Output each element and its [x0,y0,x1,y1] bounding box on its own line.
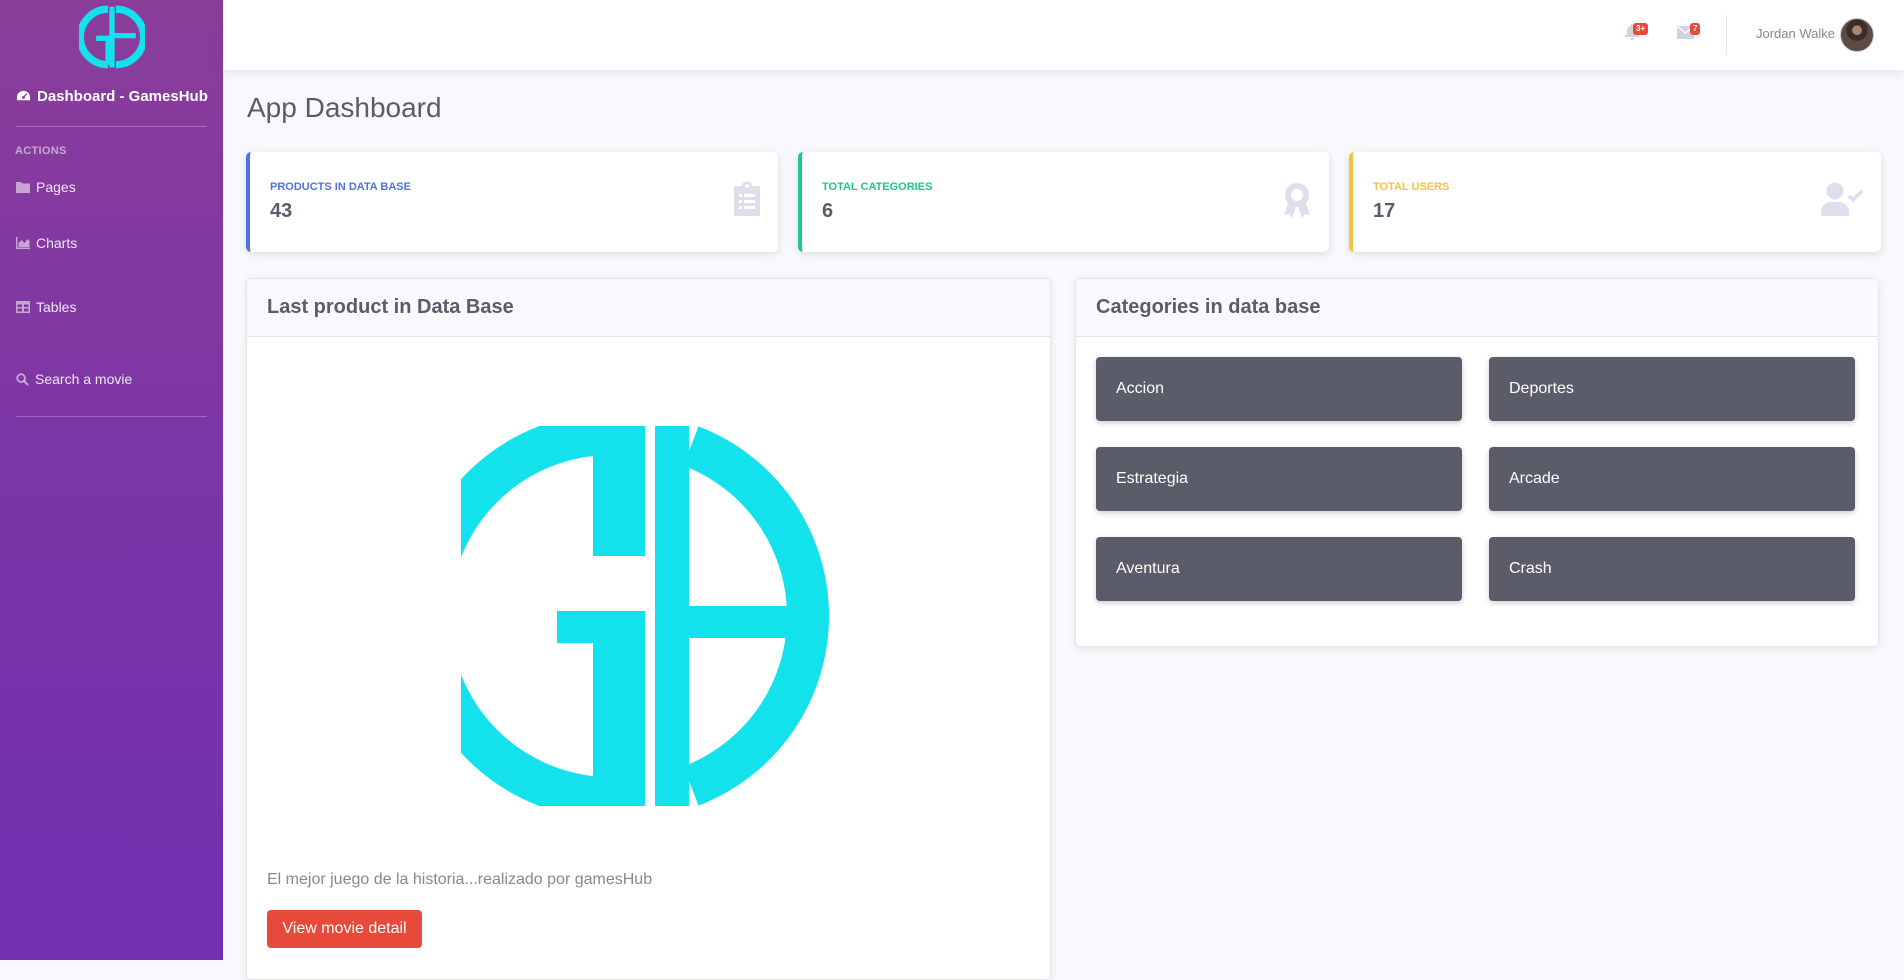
stat-card-categories: Total categories 6 [798,152,1329,252]
stat-label: Total categories [822,181,933,193]
category-tile[interactable]: Deportes [1489,357,1855,421]
category-tile[interactable]: Arcade [1489,447,1855,511]
sidebar-item-label: Search a movie [35,371,133,387]
stat-label: Products in Data Base [270,181,411,193]
table-icon [16,301,30,313]
category-tile[interactable]: Estrategia [1096,447,1462,511]
sidebar-heading: ACTIONS [15,145,67,157]
user-name[interactable]: Jordan Walke [1756,26,1835,41]
chart-area-icon [16,237,30,249]
messages-button[interactable]: 7 [1677,23,1701,44]
user-check-icon [1821,182,1863,216]
sidebar-item-pages[interactable]: Pages [16,179,76,195]
messages-count-badge: 7 [1690,23,1701,35]
product-image-gameshub-logo[interactable] [461,426,841,806]
categories-panel: Categories in data base Accion Deportes … [1075,278,1879,647]
clipboard-list-icon [734,182,760,216]
category-tile[interactable]: Aventura [1096,537,1462,601]
sidebar-item-label: Charts [36,235,78,251]
product-description: El mejor juego de la historia...realizad… [267,871,653,888]
brand-label: Dashboard - GamesHub [37,88,208,105]
folder-icon [16,182,30,193]
category-tile[interactable]: Accion [1096,357,1462,421]
last-product-title: Last product in Data Base [247,279,1050,337]
sidebar-divider [16,416,207,417]
search-icon [16,372,29,386]
stat-value: 6 [822,200,834,222]
stat-card-users: Total users 17 [1349,152,1881,252]
topbar: 3+ 7 Jordan Walke [223,0,1904,70]
view-movie-detail-button[interactable]: View movie detail [267,910,422,948]
sidebar-divider [16,126,207,127]
sidebar: Dashboard - GamesHub ACTIONS Pages Chart… [0,0,223,960]
sidebar-item-tables[interactable]: Tables [16,299,76,315]
sidebar-item-label: Pages [36,179,76,195]
categories-title: Categories in data base [1076,279,1878,337]
stat-card-products: Products in Data Base 43 [246,152,778,252]
sidebar-item-charts[interactable]: Charts [16,235,77,251]
award-icon [1284,183,1310,218]
avatar[interactable] [1840,18,1874,52]
topbar-divider [1726,15,1727,55]
last-product-panel: Last product in Data Base El mejor juego… [246,278,1051,980]
stat-value: 43 [270,200,293,222]
alerts-button[interactable]: 3+ [1625,23,1649,45]
page-title: App Dashboard [247,92,442,123]
sidebar-item-label: Tables [36,299,77,315]
sidebar-item-search-movie[interactable]: Search a movie [16,371,132,387]
gameshub-logo[interactable] [79,4,145,70]
alerts-count-badge: 3+ [1633,23,1649,35]
stat-value: 17 [1373,200,1396,222]
dashboard-brand-link[interactable]: Dashboard - GamesHub [16,88,208,105]
tachometer-icon [16,90,31,101]
stat-label: Total users [1373,181,1450,193]
category-tile[interactable]: Crash [1489,537,1855,601]
